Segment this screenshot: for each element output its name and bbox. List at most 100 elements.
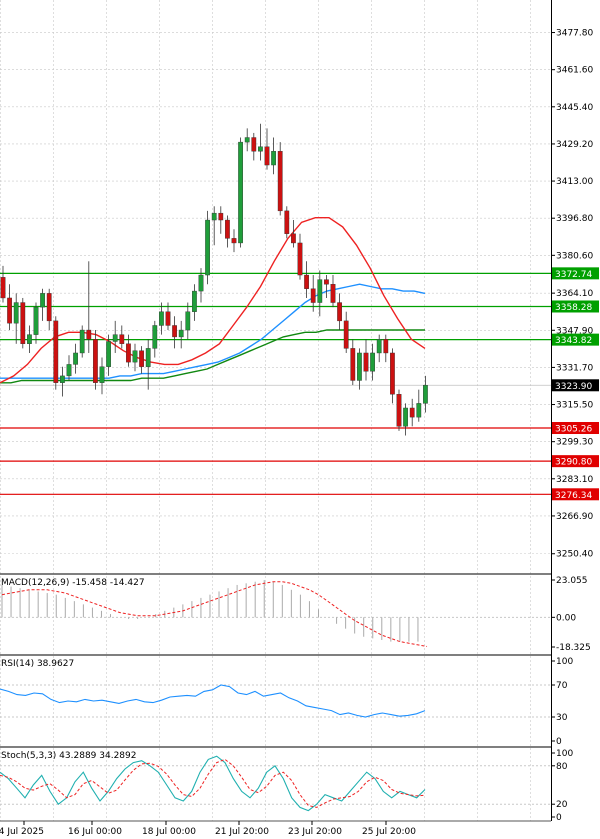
stoch-tick-label: 80 <box>556 762 568 772</box>
indicator-label: RSI(14) 38.9627 <box>1 659 74 669</box>
candle-body <box>0 277 6 299</box>
candle-body <box>310 288 316 303</box>
candle-body <box>337 302 342 322</box>
candle-body <box>324 279 329 285</box>
candle-body <box>271 151 276 166</box>
candle-body <box>119 334 125 344</box>
candle-body <box>244 137 250 143</box>
candle-body <box>211 212 217 221</box>
candle-body <box>363 352 369 372</box>
candle-body <box>7 297 13 324</box>
time-axis: 14 Jul 2025 16 Jul 00:00 18 Jul 00:00 21 Ju… <box>0 821 416 837</box>
candle-body <box>125 343 131 363</box>
candle-body <box>99 366 105 383</box>
candle-body <box>284 210 290 234</box>
candle-body <box>53 320 59 383</box>
time-tick-label: 18 Jul 00:00 <box>142 827 196 837</box>
candle-body <box>350 348 356 381</box>
candle-body <box>238 141 243 244</box>
candle-body <box>86 329 92 340</box>
price-tick-label: 3331.70 <box>556 363 593 373</box>
candle-body <box>185 311 191 331</box>
candle-body <box>46 293 52 322</box>
macd-tick-label: -18.325 <box>556 643 591 653</box>
candle-body <box>304 274 309 289</box>
indicator-label: MACD(12,26,9) -15.458 -14.427 <box>1 578 145 588</box>
candle-body <box>383 339 389 354</box>
stoch-tick-label: 20 <box>556 800 568 810</box>
candle-body <box>152 325 158 349</box>
level-label: 3305.26 <box>555 425 592 435</box>
candle-body <box>277 151 283 212</box>
current-price-label: 3323.90 <box>555 382 592 392</box>
candle-body <box>13 302 19 324</box>
candle-body <box>370 352 375 372</box>
candle-body <box>79 329 85 354</box>
indicator-label: Stoch(5,3,3) 43.2889 34.2892 <box>1 751 136 761</box>
price-tick-label: 3477.80 <box>556 29 593 39</box>
chart-root: 3372.74 3358.28 3343.82 3305.26 3290.80 3276.… <box>0 0 599 837</box>
candle-body <box>317 279 323 303</box>
price-tick-label: 3283.10 <box>556 475 593 485</box>
price-tick-label: 3364.10 <box>556 289 593 299</box>
candle-body <box>231 238 237 244</box>
candle-body <box>330 284 336 303</box>
candle-body <box>409 407 415 418</box>
price-tick-label: 3266.90 <box>556 512 593 522</box>
time-tick-label: 14 Jul 2025 <box>0 827 44 837</box>
time-tick-label: 16 Jul 00:00 <box>68 827 122 837</box>
price-tick-label: 3250.40 <box>556 550 593 560</box>
rsi-tick-label: 30 <box>556 713 568 723</box>
candle-body <box>92 339 98 383</box>
price-tick-label: 3429.20 <box>556 140 593 150</box>
candle-body <box>40 293 46 308</box>
candle-body <box>251 137 257 152</box>
stoch-tick-label: 0 <box>556 813 562 823</box>
candle-body <box>224 219 230 239</box>
candle-body <box>132 350 138 363</box>
price-tick-label: 3299.30 <box>556 438 593 448</box>
price-tick-label: 3413.00 <box>556 177 593 187</box>
candle-body <box>158 311 164 326</box>
candle-body <box>172 325 177 338</box>
candle-body <box>357 352 362 381</box>
indicator-panels: MACD(12,26,9) -15.458 -14.427 RSI(14) 38.… <box>0 573 591 823</box>
time-tick-label: 25 Jul 20:00 <box>362 827 416 837</box>
candle-body <box>390 352 395 395</box>
candle-body <box>112 334 118 342</box>
time-tick-label: 23 Jul 20:00 <box>288 827 342 837</box>
price-tick-label: 3445.40 <box>556 103 593 113</box>
candle-body <box>343 320 349 349</box>
level-label: 3372.74 <box>555 270 592 280</box>
candle-body <box>264 146 270 166</box>
rsi-tick-label: 70 <box>556 681 568 691</box>
candle-body <box>205 219 210 276</box>
candle-body <box>27 334 32 344</box>
candle-body <box>106 341 112 367</box>
candle-body <box>416 403 422 418</box>
candle-body <box>376 339 382 354</box>
macd-tick-label: 0.00 <box>556 613 576 623</box>
candle-body <box>396 394 402 427</box>
candles <box>0 123 428 436</box>
candle-body <box>191 290 197 312</box>
candle-body <box>66 364 72 377</box>
price-tick-label: 3347.90 <box>556 326 593 336</box>
macd-tick-label: 23.055 <box>556 576 588 586</box>
grid <box>0 0 551 821</box>
price-axis: 3477.80 3461.60 3445.40 3429.20 3413.00 3396.… <box>551 0 593 821</box>
candle-body <box>198 274 204 292</box>
rsi-tick-label: 100 <box>556 657 573 667</box>
candle-body <box>60 375 65 383</box>
rsi-tick-label: 0 <box>556 737 562 747</box>
candle-body <box>423 385 428 404</box>
candle-body <box>297 242 303 276</box>
level-label: 3343.82 <box>555 336 592 346</box>
candle-body <box>145 348 151 367</box>
candle-body <box>33 306 39 335</box>
candle-body <box>139 350 144 367</box>
candle-body <box>178 329 184 338</box>
level-label: 3290.80 <box>555 458 592 468</box>
level-lines: 3372.74 3358.28 3343.82 3305.26 3290.80 3276.… <box>0 267 599 501</box>
candle-body <box>291 233 296 244</box>
